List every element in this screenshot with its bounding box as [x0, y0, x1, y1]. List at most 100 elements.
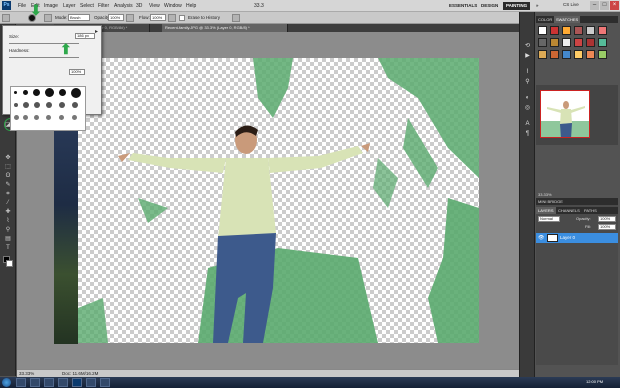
workspace-design[interactable]: DESIGN	[478, 2, 501, 10]
brush-preset[interactable]	[34, 115, 39, 120]
lasso-tool-icon[interactable]: ʘ	[3, 172, 13, 180]
style-swatch[interactable]	[586, 38, 595, 47]
tab-recent-family[interactable]: Recent-family.JPG @ 33.3% (Layer 0, RGB/…	[162, 24, 288, 32]
navigator-zoom[interactable]: 33.33%	[538, 192, 552, 197]
taskbar-browser-icon[interactable]	[30, 378, 40, 387]
airbrush-icon[interactable]	[168, 14, 176, 22]
menu-view[interactable]: View	[149, 3, 160, 9]
size-field[interactable]: 186 px	[75, 33, 95, 39]
eye-icon[interactable]: 👁	[538, 235, 544, 241]
brush-preset[interactable]	[33, 89, 40, 96]
taskbar-clock[interactable]: 12:00 PM	[586, 379, 603, 384]
style-swatch[interactable]	[586, 50, 595, 59]
maximize-icon[interactable]: □	[600, 1, 609, 10]
opacity-field[interactable]: 100%	[108, 14, 124, 21]
brush-preset[interactable]	[23, 102, 29, 108]
brush-preset[interactable]	[72, 102, 78, 108]
close-icon[interactable]: ×	[610, 1, 619, 10]
brush-panel-icon[interactable]: ⌇	[523, 68, 532, 76]
style-swatch[interactable]	[574, 26, 583, 35]
taskbar-media-icon[interactable]	[44, 378, 54, 387]
style-swatch[interactable]	[598, 50, 607, 59]
tablet-opacity-icon[interactable]	[126, 14, 134, 22]
taskbar-app-icon[interactable]	[86, 378, 96, 387]
taskbar-app-icon[interactable]	[58, 378, 68, 387]
brush-preset[interactable]	[46, 102, 52, 108]
flow-field[interactable]: 100%	[150, 14, 166, 21]
workspace-painting[interactable]: PAINTING	[503, 2, 531, 10]
brush-preset[interactable]	[14, 103, 18, 107]
style-swatch[interactable]	[598, 26, 607, 35]
brush-preset[interactable]	[59, 102, 65, 108]
menu-window[interactable]: Window	[164, 3, 182, 9]
blend-mode-select[interactable]: Normal	[538, 216, 560, 222]
mode-select[interactable]: Brush	[68, 14, 90, 21]
taskbar-app-icon[interactable]	[100, 378, 110, 387]
eyedropper-tool-icon[interactable]: ⁄	[3, 199, 13, 207]
style-swatch[interactable]	[550, 38, 559, 47]
erase-history-checkbox[interactable]	[179, 15, 185, 21]
style-swatch[interactable]	[538, 38, 547, 47]
navigator-thumbnail[interactable]	[540, 90, 590, 138]
popup-menu-arrow-icon[interactable]: ▸	[95, 28, 98, 35]
masks-icon[interactable]: ◎	[523, 104, 532, 112]
healing-tool-icon[interactable]: ✚	[3, 208, 13, 216]
style-swatch[interactable]	[598, 38, 607, 47]
marquee-tool-icon[interactable]: ⬚	[3, 163, 13, 171]
style-swatch[interactable]	[550, 26, 559, 35]
brush-panel-toggle-icon[interactable]	[44, 14, 52, 22]
tab-channels[interactable]: CHANNELS	[556, 207, 582, 214]
brush-preset[interactable]	[59, 89, 66, 96]
style-swatch[interactable]	[538, 26, 547, 35]
taskbar-photoshop-icon[interactable]	[72, 378, 82, 387]
hardness-field[interactable]: 100%	[69, 69, 85, 75]
move-tool-icon[interactable]: ✥	[3, 154, 13, 162]
brush-tool-icon[interactable]: ⌇	[3, 217, 13, 225]
status-zoom[interactable]: 33.33%	[19, 371, 34, 376]
brush-preset[interactable]	[71, 88, 81, 98]
menu-image[interactable]: Image	[44, 3, 58, 9]
start-button[interactable]	[2, 378, 11, 387]
menu-help[interactable]: Help	[186, 3, 196, 9]
mini-bridge-header[interactable]: MINI BRIDGE	[536, 198, 618, 205]
menu-select[interactable]: Select	[80, 3, 94, 9]
menu-analysis[interactable]: Analysis	[114, 3, 133, 9]
document-canvas[interactable]	[78, 58, 479, 343]
style-swatch[interactable]	[562, 38, 571, 47]
layer-fill-field[interactable]: 100%	[598, 224, 616, 230]
menu-file[interactable]: File	[18, 3, 26, 9]
brush-preset[interactable]	[14, 115, 19, 120]
cs-live-button[interactable]: CS Live	[563, 2, 579, 7]
menu-layer[interactable]: Layer	[63, 3, 76, 9]
brush-preset[interactable]	[34, 102, 40, 108]
quick-select-tool-icon[interactable]: ✎	[3, 181, 13, 189]
brush-preset-grid[interactable]	[10, 86, 86, 131]
style-swatch[interactable]	[574, 50, 583, 59]
hardness-slider[interactable]	[9, 57, 79, 58]
menu-3d[interactable]: 3D	[136, 3, 142, 9]
brush-preset[interactable]	[23, 90, 28, 95]
tablet-size-icon[interactable]	[232, 14, 240, 22]
tab-color[interactable]: COLOR	[536, 16, 554, 23]
style-swatch[interactable]	[562, 26, 571, 35]
minimize-icon[interactable]: –	[590, 1, 599, 10]
adjustments-icon[interactable]: ◐	[523, 94, 532, 102]
workspace-more[interactable]: »	[533, 2, 542, 10]
character-icon[interactable]: A	[523, 120, 532, 128]
taskbar-explorer-icon[interactable]	[16, 378, 26, 387]
gradient-tool-icon[interactable]: ▤	[3, 235, 13, 243]
clone-stamp-tool-icon[interactable]: ⚲	[3, 226, 13, 234]
brush-preset[interactable]	[45, 88, 54, 97]
tab-swatches[interactable]: SWATCHES	[554, 16, 581, 23]
paragraph-icon[interactable]: ¶	[523, 130, 532, 138]
tab-layers[interactable]: LAYERS	[536, 207, 556, 214]
brush-preset[interactable]	[14, 91, 17, 94]
style-swatch[interactable]	[550, 50, 559, 59]
brush-preset[interactable]	[46, 115, 51, 120]
history-icon[interactable]: ⟲	[523, 42, 532, 50]
clone-source-icon[interactable]: ⚲	[523, 78, 532, 86]
style-swatch[interactable]	[574, 38, 583, 47]
menu-filter[interactable]: Filter	[98, 3, 109, 9]
workspace-essentials[interactable]: ESSENTIALS	[446, 2, 480, 10]
layer-name[interactable]: Layer 0	[560, 235, 575, 240]
